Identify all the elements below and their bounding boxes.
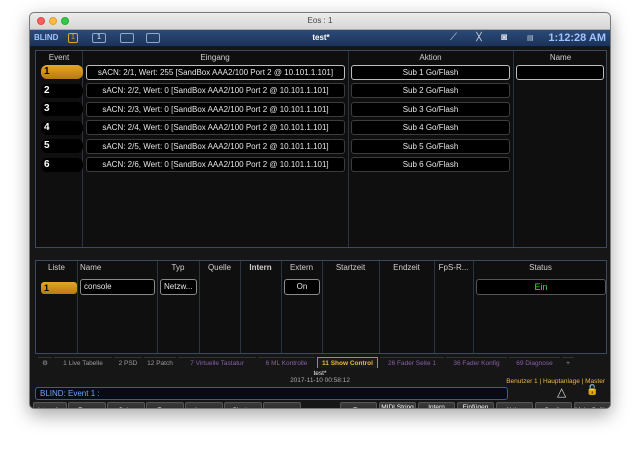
softkey-action[interactable]: Quelle xyxy=(535,402,572,408)
file-info-name: test* xyxy=(313,370,327,377)
action-column-header: Aktion xyxy=(419,53,442,62)
softkey-param[interactable]: Shutter xyxy=(224,402,262,408)
eos-window: Eos : 1 BLIND 1 1 test* ⟋ ᚷ ◙ ▤ 1:12:28 … xyxy=(29,12,611,409)
tab-bar: ⚙ 1 Live Tabelle 2 PSD 12 Patch 7 Virtuelle… xyxy=(30,357,610,369)
softkey-action[interactable]: Typ xyxy=(340,402,377,408)
window-title: Eos : 1 xyxy=(307,16,333,25)
softkey-action[interactable]: InternExtern xyxy=(418,402,455,409)
event-action-cell[interactable]: Sub 2 Go/Flash xyxy=(351,83,510,98)
softkey-action[interactable]: EinfügensACN xyxy=(457,402,494,409)
softkey-param[interactable]: Focus xyxy=(68,402,106,408)
event-number-cell[interactable]: 1 xyxy=(41,65,83,79)
event-number-cell[interactable]: 5 xyxy=(41,139,83,153)
lock-icon[interactable]: 🔓 xyxy=(586,385,598,396)
event-action-cell[interactable]: Sub 6 Go/Flash xyxy=(351,157,510,172)
tab-item[interactable]: 11 Show Control xyxy=(317,357,378,368)
event-number-cell[interactable]: 4 xyxy=(41,120,83,135)
event-number-cell[interactable]: 2 xyxy=(41,83,83,98)
softkey-action[interactable]: MIDI StringInput String xyxy=(379,402,416,409)
type-column-header: Typ xyxy=(171,263,185,272)
softkey-param[interactable]: Form xyxy=(146,402,184,408)
name-column-header-2: Name xyxy=(80,263,102,272)
softkey-top-label: Intern xyxy=(428,404,445,409)
hammer-icon[interactable]: ᚷ xyxy=(476,32,482,43)
event-action-cell[interactable]: Sub 3 Go/Flash xyxy=(351,101,510,117)
event-input-cell[interactable]: sACN: 2/4, Wert: 0 [SandBox AAA2/100 Por… xyxy=(86,120,345,135)
tab-item[interactable]: + xyxy=(562,357,574,368)
softkey-action[interactable]: Mehr Softkey xyxy=(574,402,610,408)
softkey-action[interactable]: Aktion xyxy=(496,402,533,408)
softkey-param[interactable]: Color xyxy=(107,402,145,408)
endtime-column-header: Endzeit xyxy=(393,263,420,272)
tab-item[interactable]: 6 ML Kontrolle xyxy=(258,357,315,368)
extern-toggle[interactable]: On xyxy=(284,279,320,295)
extern-column-header: Extern xyxy=(289,263,314,272)
camera-icon[interactable]: ◙ xyxy=(501,32,507,43)
name-column-header: Name xyxy=(549,53,572,62)
event-column-header: Event xyxy=(48,53,70,62)
command-line[interactable]: BLIND: Event 1 : xyxy=(35,387,508,400)
fps-column-header: FpS-R... xyxy=(438,263,469,272)
tab-item[interactable]: 1 Live Tabelle xyxy=(54,357,112,368)
list-column-header: Liste xyxy=(48,263,65,272)
intern-column-header: Intern xyxy=(249,263,272,272)
source-column-header: Quelle xyxy=(207,263,232,272)
tab-item[interactable]: 69 Diagnose xyxy=(509,357,560,368)
status-badge: Ein xyxy=(476,279,606,295)
starttime-column-header: Startzeit xyxy=(335,263,366,272)
event-action-cell[interactable]: Sub 1 Go/Flash xyxy=(351,64,510,80)
fader-icon[interactable]: ▤ xyxy=(527,34,534,42)
clock: 1:12:28 AM xyxy=(548,32,606,44)
status-column-header: Status xyxy=(529,263,552,272)
event-action-cell[interactable]: Sub 5 Go/Flash xyxy=(351,138,510,154)
list-type-field[interactable]: Netzw... xyxy=(160,279,197,295)
softkey-param[interactable]: Image xyxy=(185,402,223,408)
tab-item[interactable]: 36 Fader Konfig xyxy=(446,357,507,368)
event-number-cell[interactable]: 6 xyxy=(41,157,83,172)
status-topbar: BLIND 1 1 test* ⟋ ᚷ ◙ ▤ 1:12:28 AM xyxy=(30,30,610,47)
show-file-name: test* xyxy=(312,33,330,42)
window-titlebar: Eos : 1 xyxy=(30,13,610,30)
event-number-cell[interactable]: 3 xyxy=(41,102,83,116)
list-panel: Liste Name Typ Quelle Intern Extern Star… xyxy=(35,260,607,354)
softkey-param[interactable] xyxy=(263,402,301,408)
event-input-cell[interactable]: sACN: 2/3, Wert: 0 [SandBox AAA2/100 Por… xyxy=(86,101,345,117)
events-panel: Event Eingang Aktion Name 1 sACN: 2/1, We… xyxy=(35,50,607,248)
event-name-cell[interactable] xyxy=(516,64,604,80)
softkey-top-label: Einfügen xyxy=(462,404,489,409)
event-input-cell[interactable]: sACN: 2/1, Wert: 255 [SandBox AAA2/100 P… xyxy=(86,64,345,80)
list-name-field[interactable]: console xyxy=(80,279,155,295)
tab-item[interactable]: 26 Fader Seite 1 xyxy=(380,357,444,368)
event-action-cell[interactable]: Sub 4 Go/Flash xyxy=(351,120,510,135)
input-column-header: Eingang xyxy=(200,53,230,62)
softkey-top-label: MIDI String xyxy=(381,404,414,409)
tab-item[interactable]: 12 Patch xyxy=(144,357,176,368)
wand-icon[interactable]: ⟋ xyxy=(450,32,457,43)
list-number-cell[interactable]: 1 xyxy=(41,282,77,294)
tab-item[interactable]: 2 PSD xyxy=(114,357,142,368)
event-input-cell[interactable]: sACN: 2/5, Wert: 0 [SandBox AAA2/100 Por… xyxy=(86,138,345,154)
event-input-cell[interactable]: sACN: 2/6, Wert: 0 [SandBox AAA2/100 Por… xyxy=(86,157,345,172)
user-info: Benutzer 1 | Hauptanlage | Master xyxy=(506,378,605,385)
event-input-cell[interactable]: sACN: 2/2, Wert: 0 [SandBox AAA2/100 Por… xyxy=(86,83,345,98)
softkey-param[interactable]: Intensity xyxy=(33,402,67,408)
warning-triangle-icon[interactable]: △ xyxy=(557,385,566,399)
tab-item[interactable]: 7 Virtuelle Tastatur xyxy=(178,357,256,368)
tab-settings-gear-icon[interactable]: ⚙ xyxy=(38,357,52,368)
